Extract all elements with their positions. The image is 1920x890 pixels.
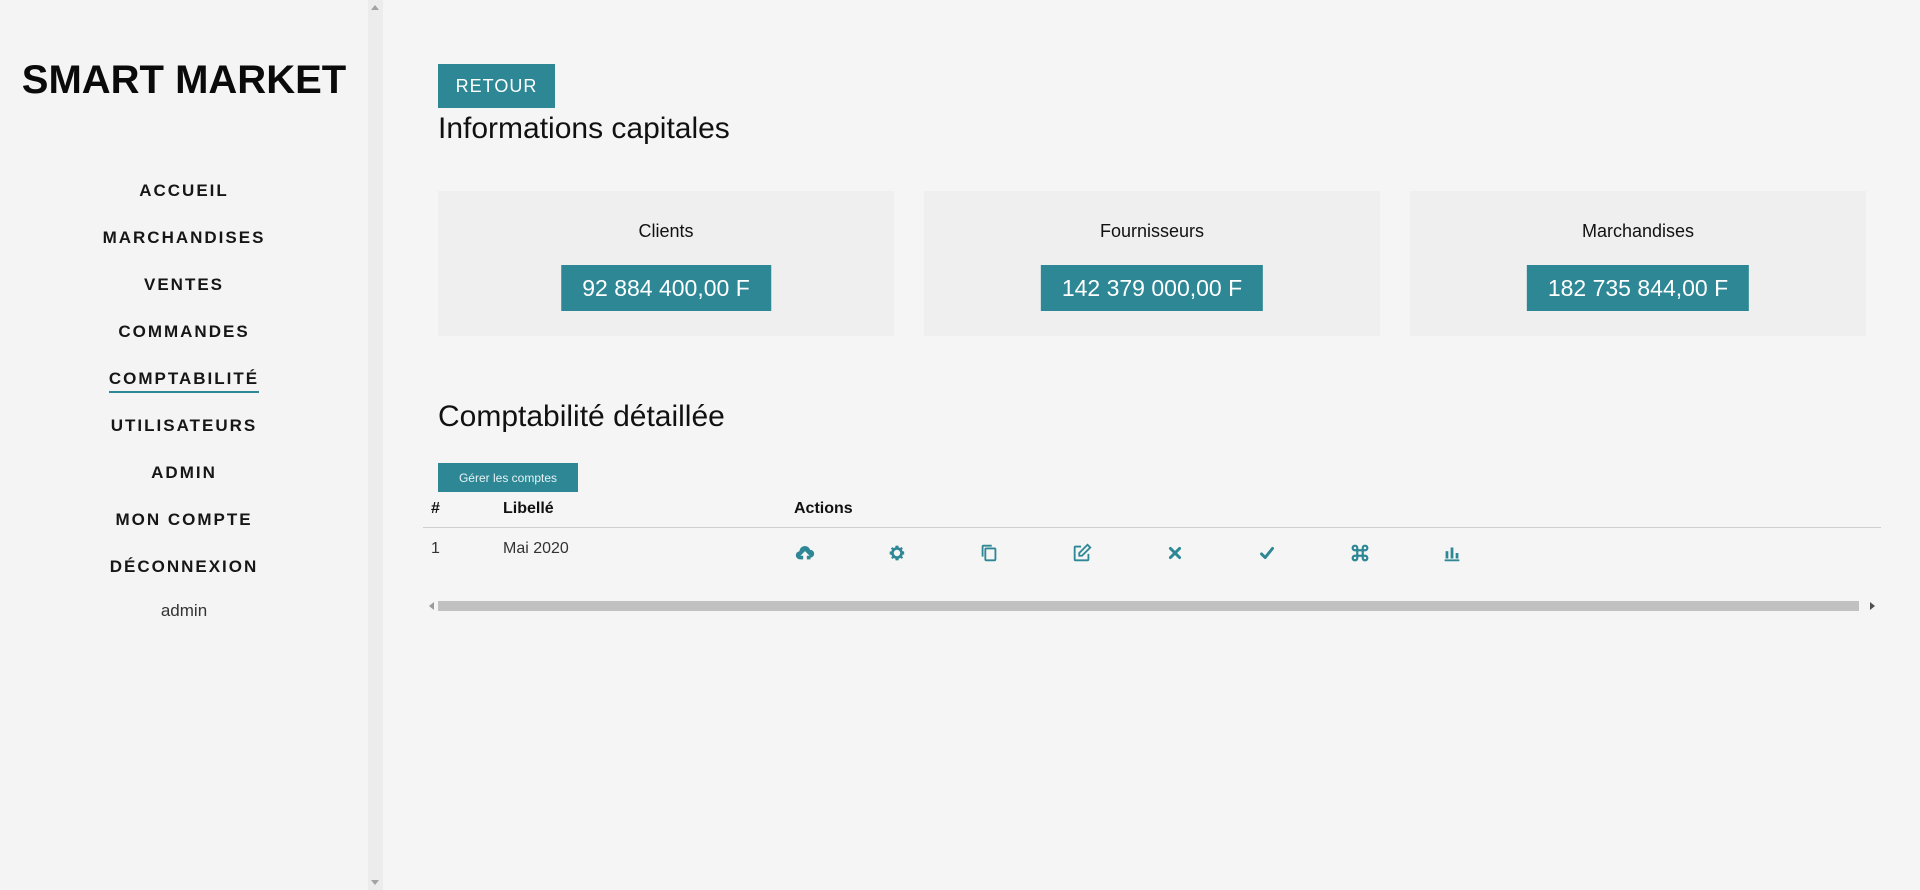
accounts-table: # Libellé Actions 1 Mai 2020	[423, 496, 1881, 576]
card-clients: Clients 92 884 400,00 F	[438, 191, 894, 336]
sidebar-scrollbar[interactable]	[368, 0, 383, 890]
check-icon[interactable]	[1256, 542, 1278, 564]
table-header: # Libellé Actions	[423, 496, 1881, 528]
manage-accounts-button[interactable]: Gérer les comptes	[438, 463, 578, 492]
nav-item-label: MON COMPTE	[115, 510, 253, 529]
brand-title: SMART MARKET	[21, 58, 347, 102]
nav-item-label: ADMIN	[151, 463, 217, 482]
card-value: 182 735 844,00 F	[1526, 265, 1750, 311]
table-horizontal-scrollbar[interactable]	[423, 598, 1881, 614]
header-num: #	[431, 500, 440, 517]
card-label: Clients	[638, 221, 694, 241]
card-label: Fournisseurs	[1099, 221, 1205, 241]
nav-item-label: VENTES	[143, 275, 225, 294]
scrollbar-thumb[interactable]	[438, 601, 1859, 611]
nav-item-label: COMMANDES	[118, 322, 250, 341]
card-label: Marchandises	[1581, 221, 1695, 241]
scroll-down-icon[interactable]	[371, 880, 379, 885]
command-icon[interactable]	[1349, 542, 1371, 564]
main-content: RETOUR Informations capitales Clients 92…	[383, 0, 1920, 890]
header-libelle: Libellé	[503, 500, 554, 517]
nav-item-label: MARCHANDISES	[102, 228, 266, 247]
nav-item-admin[interactable]: ADMIN	[0, 458, 368, 505]
back-button[interactable]: RETOUR	[438, 64, 555, 108]
scroll-up-icon[interactable]	[371, 5, 379, 10]
row-libelle: Mai 2020	[503, 540, 569, 557]
nav-item-label: COMPTABILITÉ	[108, 368, 260, 393]
nav-item-deconnexion[interactable]: DÉCONNEXION	[0, 552, 368, 599]
card-marchandises: Marchandises 182 735 844,00 F	[1410, 191, 1866, 336]
nav-item-comptabilite[interactable]: COMPTABILITÉ	[0, 364, 368, 411]
row-num: 1	[431, 540, 440, 557]
card-value: 92 884 400,00 F	[561, 265, 771, 311]
nav-item-commandes[interactable]: COMMANDES	[0, 317, 368, 364]
sidebar-nav: ACCUEIL MARCHANDISES VENTES COMMANDES CO…	[0, 176, 368, 621]
nav-item-utilisateurs[interactable]: UTILISATEURS	[0, 411, 368, 458]
nav-item-label: DÉCONNEXION	[109, 557, 259, 576]
nav-item-mon-compte[interactable]: MON COMPTE	[0, 505, 368, 552]
close-icon[interactable]	[1164, 542, 1186, 564]
bar-chart-icon[interactable]	[1441, 542, 1463, 564]
header-actions: Actions	[794, 500, 853, 517]
card-fournisseurs: Fournisseurs 142 379 000,00 F	[924, 191, 1380, 336]
card-value: 142 379 000,00 F	[1040, 265, 1264, 311]
sidebar: SMART MARKET ACCUEIL MARCHANDISES VENTES…	[0, 0, 368, 890]
scroll-left-icon[interactable]	[429, 602, 434, 610]
nav-item-accueil[interactable]: ACCUEIL	[0, 176, 368, 223]
gear-icon[interactable]	[886, 542, 908, 564]
detail-accounting-title: Comptabilité détaillée	[438, 400, 725, 433]
nav-item-label: UTILISATEURS	[110, 416, 258, 435]
cloud-upload-icon[interactable]	[794, 542, 816, 564]
nav-item-ventes[interactable]: VENTES	[0, 270, 368, 317]
capital-cards: Clients 92 884 400,00 F Fournisseurs 142…	[438, 191, 1866, 336]
edit-icon[interactable]	[1071, 542, 1093, 564]
scroll-right-icon[interactable]	[1870, 602, 1875, 610]
current-user: admin	[160, 601, 208, 620]
nav-item-marchandises[interactable]: MARCHANDISES	[0, 223, 368, 270]
nav-item-label: ACCUEIL	[139, 181, 229, 200]
table-row: 1 Mai 2020	[423, 528, 1881, 576]
copy-icon[interactable]	[978, 542, 1000, 564]
capital-info-title: Informations capitales	[438, 112, 730, 145]
